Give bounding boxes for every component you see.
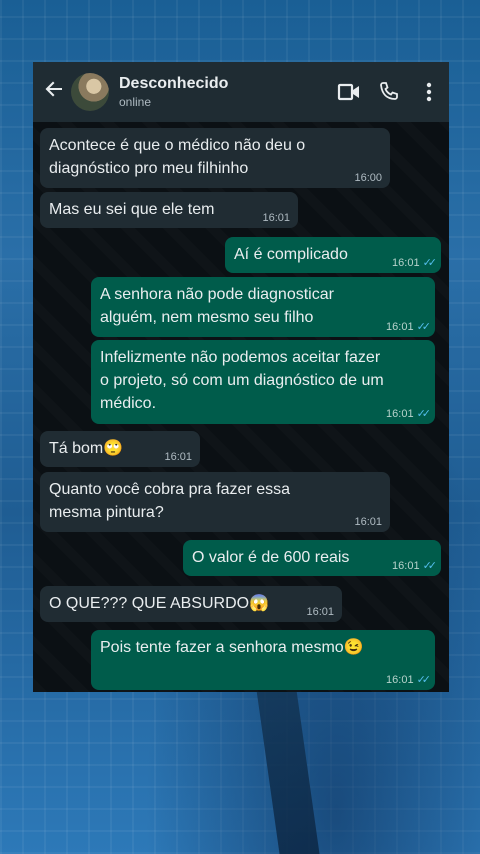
message-bubble-outgoing[interactable]: Pois tente fazer a senhora mesmo😉 16:01 ✓… (91, 630, 435, 690)
double-check-read-icon: ✓✓ (422, 560, 438, 572)
double-check-read-icon: ✓✓ (416, 408, 432, 420)
message-text: Mas eu sei que ele tem (49, 201, 215, 218)
message-bubble-incoming[interactable]: O QUE??? QUE ABSURDO😱 16:01 (40, 586, 342, 622)
message-bubble-outgoing[interactable]: O valor é de 600 reais 16:01 ✓✓ (183, 540, 441, 576)
background-road (256, 690, 320, 854)
message-text: Aí é complicado (234, 246, 348, 263)
scream-emoji: 😱 (249, 595, 269, 612)
message-text: Quanto você cobra pra fazer essa mesma p… (49, 481, 291, 521)
message-time: 16:01 ✓✓ (386, 321, 432, 333)
contact-info[interactable]: Desconhecido online (119, 75, 329, 109)
back-arrow-icon[interactable] (39, 79, 69, 105)
message-time: 16:01 (306, 606, 334, 618)
double-check-read-icon: ✓✓ (422, 257, 438, 269)
message-text: A senhora não pode diagnosticar alguém, … (100, 286, 334, 326)
message-time: 16:01 (262, 212, 290, 224)
message-text: Tá bom (49, 440, 104, 457)
avatar[interactable] (71, 73, 109, 111)
chat-header: Desconhecido online (33, 62, 449, 122)
chat-area[interactable]: Acontece é que o médico não deu o diagnó… (33, 122, 449, 692)
message-bubble-incoming[interactable]: Tá bom🙄 16:01 (40, 431, 200, 467)
message-text: Infelizmente não podemos aceitar fazer o… (100, 349, 384, 412)
whatsapp-screen: Desconhecido online Acontece é que o méd… (33, 62, 449, 692)
message-text: Acontece é que o médico não deu o diagnó… (49, 137, 306, 177)
message-bubble-outgoing[interactable]: Aí é complicado 16:01 ✓✓ (225, 237, 441, 273)
message-time: 16:01 ✓✓ (386, 674, 432, 686)
wink-emoji: 😉 (343, 639, 364, 656)
message-time: 16:00 (354, 172, 382, 184)
message-text: O QUE??? QUE ABSURDO (49, 595, 250, 612)
more-options-icon[interactable] (409, 72, 449, 112)
message-text: Pois tente fazer a senhora mesmo (100, 639, 344, 656)
eye-roll-emoji: 🙄 (103, 440, 124, 457)
contact-status: online (119, 95, 152, 109)
message-time: 16:01 (354, 516, 382, 528)
double-check-read-icon: ✓✓ (416, 321, 432, 333)
video-call-icon[interactable] (329, 72, 369, 112)
message-bubble-outgoing[interactable]: Infelizmente não podemos aceitar fazer o… (91, 340, 435, 424)
message-time: 16:01 (164, 451, 192, 463)
message-time: 16:01 ✓✓ (392, 560, 438, 572)
contact-name: Desconhecido (119, 75, 229, 92)
message-time: 16:01 ✓✓ (392, 257, 438, 269)
message-bubble-outgoing[interactable]: A senhora não pode diagnosticar alguém, … (91, 277, 435, 337)
message-bubble-incoming[interactable]: Acontece é que o médico não deu o diagnó… (40, 128, 390, 188)
message-text: O valor é de 600 reais (192, 549, 350, 566)
phone-call-icon[interactable] (369, 72, 409, 112)
double-check-read-icon: ✓✓ (416, 674, 432, 686)
message-bubble-incoming[interactable]: Quanto você cobra pra fazer essa mesma p… (40, 472, 390, 532)
message-time: 16:01 ✓✓ (386, 408, 432, 420)
message-bubble-incoming[interactable]: Mas eu sei que ele tem 16:01 (40, 192, 298, 228)
